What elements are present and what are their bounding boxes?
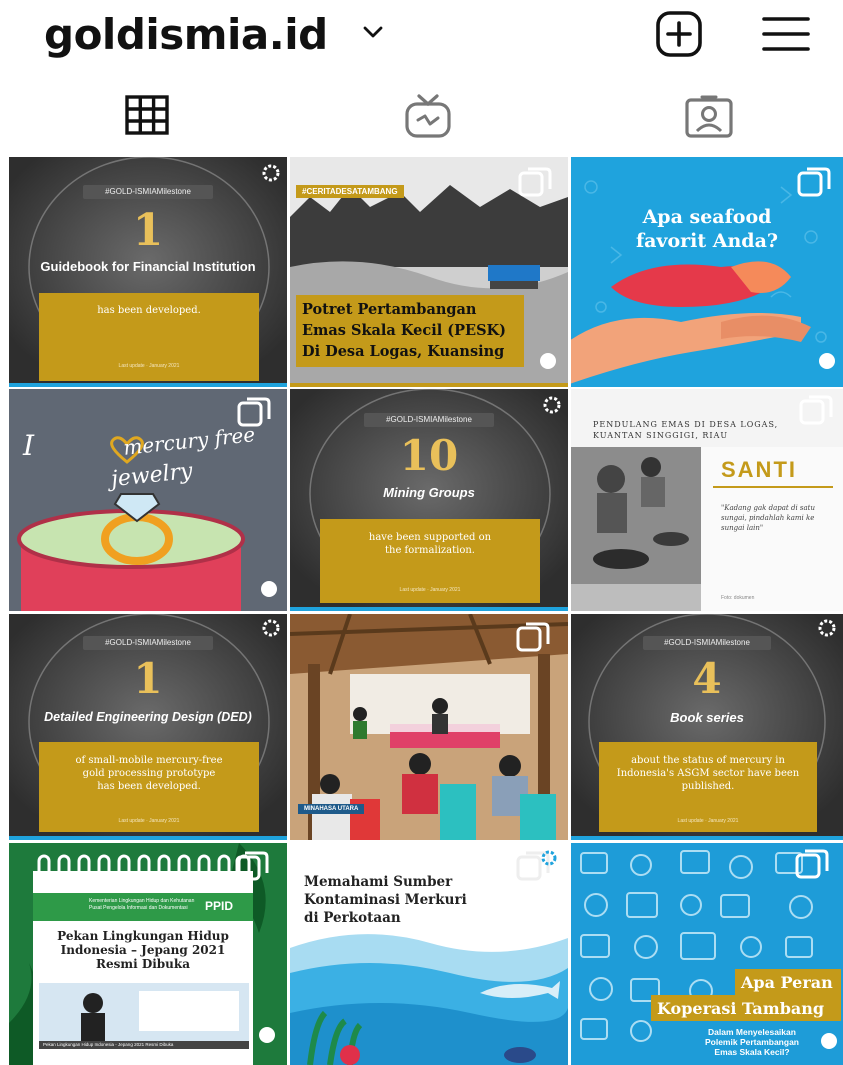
new-post-icon[interactable]: [652, 10, 708, 58]
post-hashtag: #GOLD-ISMIAMilestone: [364, 413, 494, 427]
post-tile-mining-groups[interactable]: #GOLD-ISMIAMilestone 10 Mining Groups ha…: [290, 389, 568, 611]
milestone-number: 1: [132, 205, 164, 256]
post-tile-potret-pertambangan[interactable]: #CERITADESATAMBANG Potret Pertambangan E…: [290, 157, 568, 387]
multiple-posts-icon: [237, 397, 271, 427]
post-subtitle: Dalam Menyelesaikan Polemik Pertambangan…: [704, 1027, 799, 1057]
milestone-title: Book series: [670, 710, 744, 725]
gold-ismia-logo-icon: [262, 164, 280, 182]
post-title-line1: Apa Peran: [741, 973, 833, 992]
multiple-posts-icon: [795, 849, 829, 879]
post-tile-seafood[interactable]: Apa seafood favorit Anda?: [571, 157, 843, 387]
grid-icon[interactable]: [122, 94, 176, 140]
milestone-number: 1: [133, 654, 163, 703]
next-arrow-icon: [819, 353, 835, 369]
post-title-line2: Koperasi Tambang: [657, 999, 825, 1018]
next-arrow-icon: [540, 353, 556, 369]
post-grid: #GOLD-ISMIAMilestone 1 Guidebook for Fin…: [0, 153, 843, 1065]
chevron-down-icon[interactable]: [362, 24, 384, 40]
next-arrow-icon: [259, 1027, 275, 1043]
milestone-number: 4: [692, 654, 722, 703]
profile-header: goldismia.id: [0, 0, 843, 80]
subject-name: SANTI: [721, 457, 797, 482]
multiple-posts-icon: [797, 167, 831, 197]
post-tile-koperasi-tambang[interactable]: Apa Peran Koperasi Tambang Dalam Menyele…: [571, 843, 843, 1065]
milestone-footer: Last update · January 2021: [399, 587, 461, 593]
post-tile-guidebook[interactable]: #GOLD-ISMIAMilestone 1 Guidebook for Fin…: [9, 157, 287, 387]
post-title: Apa seafood favorit Anda?: [635, 206, 779, 252]
multiple-posts-icon: [235, 851, 269, 881]
milestone-body: have been supported on the formalization…: [368, 532, 492, 556]
post-title: Memahami Sumber Kontaminasi Merkuri di P…: [304, 874, 467, 926]
milestone-footer: Last update · January 2021: [677, 818, 739, 824]
milestone-body: of small-mobile mercury-free gold proces…: [75, 755, 223, 792]
milestone-body: about the status of mercury in Indonesia…: [616, 755, 800, 792]
igtv-icon[interactable]: [402, 94, 456, 140]
gold-ismia-logo-icon: [543, 396, 561, 414]
post-tile-mercury-free-jewelry[interactable]: I mercury free jewelry: [9, 389, 287, 611]
news-title: Pekan Lingkungan Hidup Indonesia – Jepan…: [57, 929, 229, 971]
profile-tabs: [0, 84, 843, 150]
location-tag: MINAHASA UTARA: [298, 804, 365, 814]
milestone-footer: Last update · January 2021: [118, 818, 180, 824]
post-tile-minahasa-utara[interactable]: MINAHASA UTARA: [290, 614, 568, 840]
milestone-title: Mining Groups: [383, 485, 475, 500]
post-title: Potret Pertambangan Emas Skala Kecil (PE…: [302, 301, 507, 360]
photo-credit: Foto: dokumen: [721, 595, 755, 601]
script-letter: I: [23, 429, 35, 462]
ministry-name: Kementerian Lingkungan Hidup dan Kehutan…: [89, 898, 195, 911]
ppid-label: PPID: [205, 899, 234, 913]
tagged-icon[interactable]: [682, 94, 736, 140]
milestone-body: has been developed.: [97, 305, 201, 316]
post-hashtag: #GOLD-ISMIAMilestone: [83, 185, 213, 199]
milestone-title: Detailed Engineering Design (DED): [44, 710, 252, 724]
post-header: PENDULANG EMAS DI DESA LOGAS, KUANTAN SI…: [593, 420, 779, 440]
gold-ismia-logo-icon: [818, 619, 836, 637]
next-arrow-icon: [261, 581, 277, 597]
multiple-posts-icon: [516, 622, 550, 652]
post-hashtag: #CERITADESATAMBANG: [296, 185, 404, 198]
username-switcher[interactable]: goldismia.id: [44, 10, 328, 59]
news-caption: Pekan Lingkungan Hidup Indonesia - Jepan…: [43, 1042, 174, 1047]
post-tile-santi[interactable]: PENDULANG EMAS DI DESA LOGAS, KUANTAN SI…: [571, 389, 843, 611]
milestone-title: Guidebook for Financial Institution: [40, 259, 256, 274]
multiple-posts-icon: [799, 395, 833, 425]
post-tile-kontaminasi-merkuri[interactable]: Memahami Sumber Kontaminasi Merkuri di P…: [290, 843, 568, 1065]
milestone-number: 10: [399, 431, 459, 480]
gold-ismia-logo-icon: [262, 619, 280, 637]
multiple-posts-icon: [518, 167, 552, 197]
next-arrow-icon: [821, 1033, 837, 1049]
milestone-footer: Last update · January 2021: [118, 363, 180, 369]
post-tile-pekan-lingkungan[interactable]: Kementerian Lingkungan Hidup dan Kehutan…: [9, 843, 287, 1065]
post-hashtag: #GOLD-ISMIAMilestone: [643, 636, 771, 650]
menu-icon[interactable]: [758, 10, 814, 58]
post-hashtag: #GOLD-ISMIAMilestone: [83, 636, 213, 650]
post-tile-book-series[interactable]: #GOLD-ISMIAMilestone 4 Book series about…: [571, 614, 843, 840]
post-tile-ded[interactable]: #GOLD-ISMIAMilestone 1 Detailed Engineer…: [9, 614, 287, 840]
gold-ismia-logo-icon: [541, 850, 557, 866]
subject-quote: "Kadang gak dapat di satu sungai, pindah…: [721, 504, 815, 532]
